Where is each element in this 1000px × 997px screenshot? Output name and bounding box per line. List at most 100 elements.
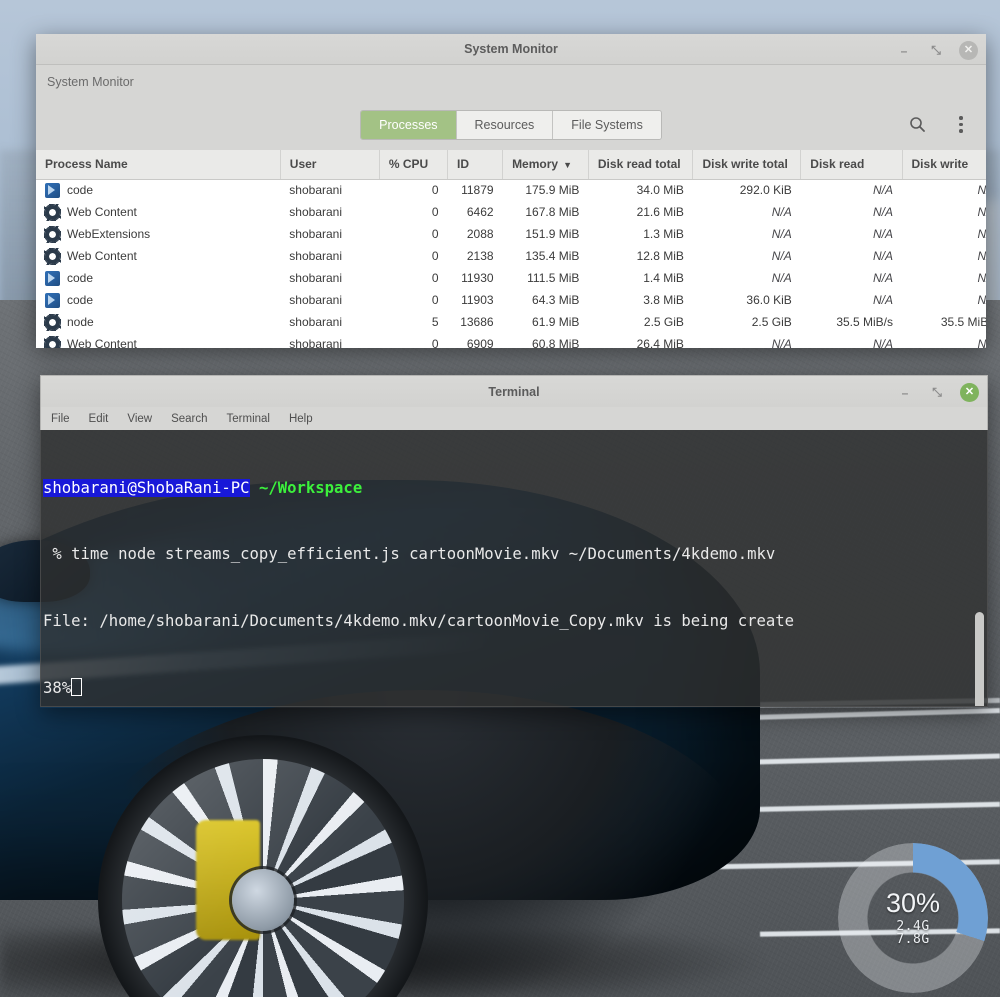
menu-file[interactable]: File bbox=[51, 413, 70, 425]
gear-icon bbox=[45, 248, 60, 264]
col-cpu[interactable]: % CPU bbox=[379, 150, 449, 180]
terminal-title: Terminal bbox=[488, 384, 540, 399]
terminal-window[interactable]: Terminal – ⤡ ✕ File Edit View Search Ter… bbox=[40, 375, 988, 708]
cell-disk-write-total: N/A bbox=[771, 205, 792, 219]
menu-terminal[interactable]: Terminal bbox=[227, 413, 270, 425]
col-memory[interactable]: Memory ▼ bbox=[502, 150, 589, 180]
cell-disk-write: N/A bbox=[977, 271, 986, 285]
cell-disk-write: N/A bbox=[977, 337, 986, 348]
cell-disk-write-total: 2.5 GiB bbox=[751, 315, 792, 329]
code-icon bbox=[45, 182, 60, 198]
cell-user: shobarani bbox=[289, 227, 343, 241]
maximize-icon[interactable]: ⤡ bbox=[927, 42, 945, 60]
process-name-label: Web Content bbox=[67, 249, 137, 263]
cell-disk-read: N/A bbox=[873, 337, 894, 348]
cell-disk-write: N/A bbox=[977, 249, 986, 263]
cell-disk-write: N/A bbox=[977, 183, 986, 197]
process-name-label: Web Content bbox=[67, 337, 137, 348]
table-row[interactable]: WebExtensions shobarani 0 2088 151.9 MiB 1.3 … bbox=[36, 223, 986, 245]
tab-processes[interactable]: Processes bbox=[361, 110, 457, 139]
cell-disk-read-total: 34.0 MiB bbox=[636, 183, 684, 197]
table-row[interactable]: code shobarani 0 11903 64.3 MiB 3.8 MiB 36.0 K… bbox=[36, 289, 986, 311]
cell-disk-read: N/A bbox=[873, 249, 894, 263]
terminal-progress-value: 38% bbox=[43, 679, 72, 698]
minimize-icon[interactable]: – bbox=[895, 42, 913, 60]
tab-file-systems[interactable]: File Systems bbox=[553, 110, 661, 139]
cell-disk-read: N/A bbox=[873, 293, 894, 307]
col-disk-write[interactable]: Disk write bbox=[902, 150, 986, 180]
process-name-label: Web Content bbox=[67, 205, 137, 219]
col-disk-read[interactable]: Disk read bbox=[800, 150, 903, 180]
cell-user: shobarani bbox=[289, 183, 343, 197]
table-row[interactable]: node shobarani 5 13686 61.9 MiB 2.5 GiB 2.5 Gi… bbox=[36, 311, 986, 333]
table-row[interactable]: Web Content shobarani 0 6462 167.8 MiB 21.6 M… bbox=[36, 201, 986, 223]
cell-disk-read-total: 1.4 MiB bbox=[643, 271, 684, 285]
cell-disk-write-total: 36.0 KiB bbox=[746, 293, 792, 307]
cell-disk-read-total: 1.3 MiB bbox=[643, 227, 684, 241]
cell-id: 11930 bbox=[461, 271, 494, 285]
search-icon[interactable] bbox=[906, 114, 928, 136]
process-table-header-row: Process Name User % CPU ID Memory ▼ Disk … bbox=[36, 150, 986, 180]
cell-disk-write: 35.5 MiB/s bbox=[940, 315, 986, 329]
cell-disk-read-total: 12.8 MiB bbox=[636, 249, 684, 263]
system-monitor-window[interactable]: System Monitor – ⤡ ✕ System Monitor Proc… bbox=[36, 34, 986, 348]
code-icon bbox=[45, 270, 60, 286]
tab-resources[interactable]: Resources bbox=[456, 110, 554, 139]
cell-id: 11879 bbox=[461, 183, 494, 197]
close-icon[interactable]: ✕ bbox=[960, 383, 979, 402]
cell-memory: 175.9 MiB bbox=[525, 183, 580, 197]
table-row[interactable]: code shobarani 0 11879 175.9 MiB 34.0 MiB 292.… bbox=[36, 179, 986, 201]
cell-user: shobarani bbox=[289, 205, 343, 219]
table-row[interactable]: Web Content shobarani 0 2138 135.4 MiB 12.8 M… bbox=[36, 245, 986, 267]
gear-icon bbox=[45, 336, 60, 348]
col-process-name[interactable]: Process Name bbox=[36, 150, 281, 180]
cell-disk-write-total: 292.0 KiB bbox=[739, 183, 792, 197]
cell-cpu: 0 bbox=[431, 205, 439, 219]
cell-disk-read: N/A bbox=[873, 227, 894, 241]
menu-edit[interactable]: Edit bbox=[89, 413, 109, 425]
terminal-titlebar[interactable]: Terminal – ⤡ ✕ bbox=[40, 375, 988, 407]
cell-memory: 61.9 MiB bbox=[532, 315, 580, 329]
terminal-prompt-line: shobarani@ShobaRani-PC ~/Workspace bbox=[43, 477, 987, 499]
cell-cpu: 5 bbox=[431, 315, 439, 329]
process-table: Process Name User % CPU ID Memory ▼ Disk … bbox=[36, 150, 986, 348]
system-monitor-titlebar[interactable]: System Monitor – ⤡ ✕ bbox=[36, 34, 986, 65]
wheel-hub-cap bbox=[232, 869, 294, 931]
cell-id: 11903 bbox=[461, 293, 494, 307]
system-monitor-toolbar: Processes Resources File Systems bbox=[36, 99, 986, 150]
cell-process-name: code bbox=[36, 267, 280, 289]
cell-memory: 60.8 MiB bbox=[532, 337, 580, 348]
menu-view[interactable]: View bbox=[127, 413, 152, 425]
cell-disk-read: N/A bbox=[873, 183, 894, 197]
system-monitor-title: System Monitor bbox=[464, 42, 558, 56]
prompt-path: ~/Workspace bbox=[258, 478, 363, 497]
system-monitor-appbar: System Monitor bbox=[36, 65, 986, 99]
ring-percent: 30% bbox=[885, 888, 941, 919]
table-row[interactable]: Web Content shobarani 0 6909 60.8 MiB 26.4 Mi… bbox=[36, 333, 986, 348]
terminal-scrollbar[interactable] bbox=[975, 612, 984, 706]
menu-search[interactable]: Search bbox=[171, 413, 207, 425]
prompt-host: shobarani@ShobaRani-PC bbox=[43, 478, 250, 497]
process-table-container[interactable]: Process Name User % CPU ID Memory ▼ Disk … bbox=[36, 150, 986, 348]
terminal-output[interactable]: shobarani@ShobaRani-PC ~/Workspace % tim… bbox=[40, 430, 988, 707]
memory-ring-widget: 30% 2.4G 7.8G bbox=[838, 843, 988, 993]
sort-descending-icon: ▼ bbox=[563, 160, 572, 171]
terminal-menubar: File Edit View Search Terminal Help bbox=[40, 407, 988, 430]
cell-memory: 151.9 MiB bbox=[525, 227, 580, 241]
app-menu-label[interactable]: System Monitor bbox=[47, 75, 134, 89]
close-icon[interactable]: ✕ bbox=[959, 41, 978, 60]
col-disk-read-total[interactable]: Disk read total bbox=[588, 150, 694, 180]
col-user[interactable]: User bbox=[280, 150, 380, 180]
col-disk-write-total[interactable]: Disk write total bbox=[692, 150, 802, 180]
table-row[interactable]: code shobarani 0 11930 111.5 MiB 1.4 MiB N/A N/… bbox=[36, 267, 986, 289]
cell-cpu: 0 bbox=[431, 293, 439, 307]
cell-cpu: 0 bbox=[431, 271, 439, 285]
minimize-icon[interactable]: – bbox=[896, 384, 914, 402]
menu-help[interactable]: Help bbox=[289, 413, 313, 425]
gear-icon bbox=[45, 314, 60, 330]
terminal-cursor bbox=[71, 678, 83, 697]
cell-id: 2138 bbox=[466, 249, 494, 263]
col-id[interactable]: ID bbox=[447, 150, 504, 180]
maximize-icon[interactable]: ⤡ bbox=[928, 384, 946, 402]
menu-icon[interactable] bbox=[950, 114, 972, 136]
